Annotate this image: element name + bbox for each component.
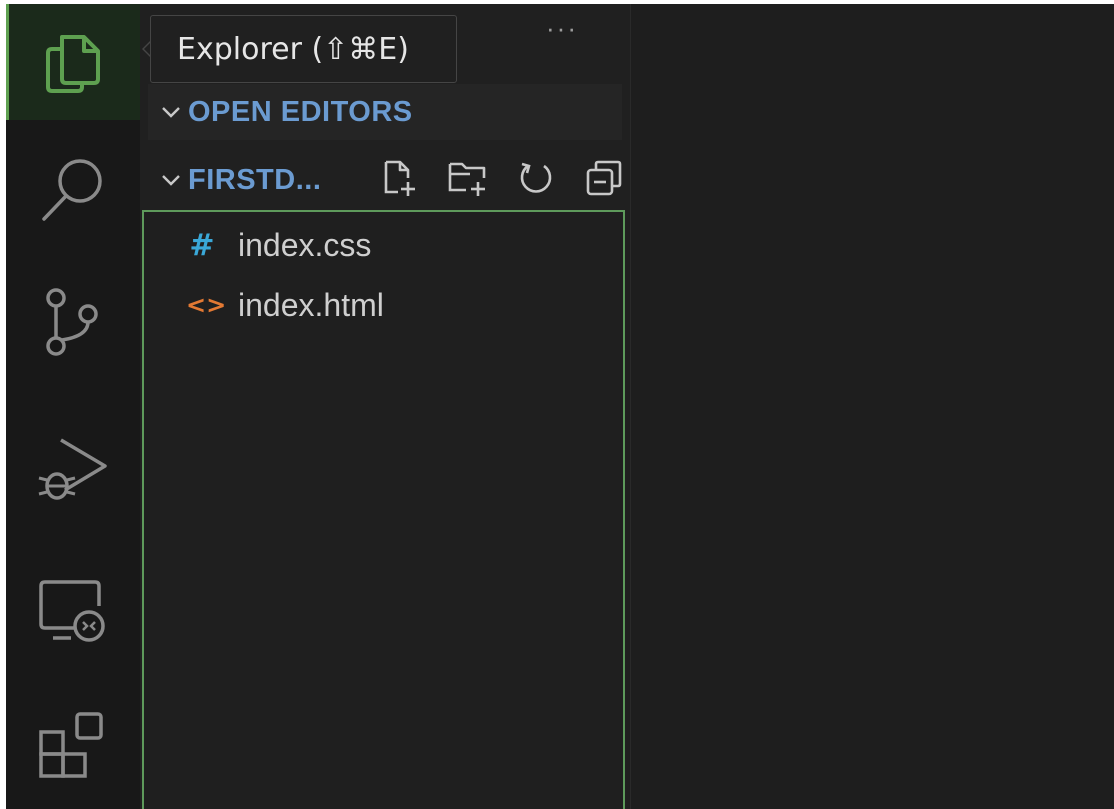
file-name: index.html [238,286,384,323]
run-debug-icon [35,432,111,508]
collapse-all-button[interactable] [570,152,638,208]
search-icon [38,155,108,225]
open-editors-header[interactable]: OPEN EDITORS [148,84,622,140]
activity-extensions[interactable] [6,688,140,804]
file-item-index-html[interactable]: <> index.html [144,276,623,334]
new-file-button[interactable] [366,152,434,208]
files-icon [40,29,106,95]
activity-run-debug[interactable] [6,412,140,528]
remote-explorer-icon [37,576,109,648]
collapse-all-icon [584,158,624,203]
more-actions-button[interactable]: ··· [538,14,586,54]
vscode-window: ··· OPEN EDITORS FIRSTD... # index.css <… [6,4,1114,809]
open-editors-title: OPEN EDITORS [188,95,413,128]
css-file-icon: # [189,227,215,263]
editor-area[interactable] [630,4,1114,809]
folder-header[interactable]: FIRSTD... [148,152,622,208]
file-name: index.css [238,226,372,263]
chevron-down-icon [154,84,188,140]
new-folder-button[interactable] [434,152,502,208]
html-file-icon: <> [186,291,227,319]
chevron-down-icon [154,152,188,208]
file-item-index-css[interactable]: # index.css [144,216,623,274]
new-file-icon [380,158,420,203]
explorer-sidebar: ··· OPEN EDITORS FIRSTD... # index.css <… [140,4,630,809]
activity-remote-explorer[interactable] [6,554,140,670]
activity-explorer[interactable] [6,4,140,120]
refresh-icon [516,158,556,203]
new-folder-icon [446,158,490,203]
active-indicator [6,4,9,120]
explorer-tooltip: Explorer (⇧⌘E) [150,15,457,83]
refresh-button[interactable] [502,152,570,208]
source-control-icon [40,286,106,358]
activity-search[interactable] [6,132,140,248]
activity-bar [6,4,140,809]
file-tree: # index.css <> index.html [142,210,625,809]
extensions-icon [37,710,109,782]
activity-source-control[interactable] [6,264,140,380]
folder-actions [366,152,638,208]
folder-title: FIRSTD... [188,163,322,196]
